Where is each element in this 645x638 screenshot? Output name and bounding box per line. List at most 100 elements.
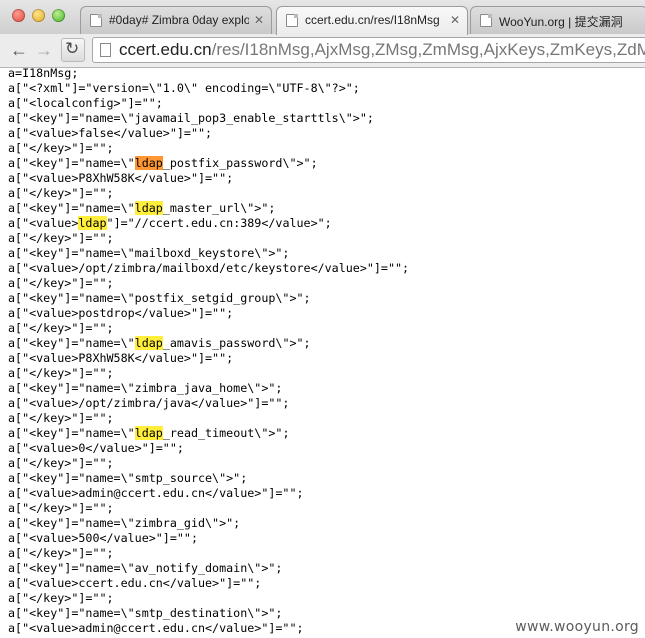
tab-label: WooYun.org | 提交漏洞 xyxy=(499,15,623,29)
search-highlight: ldap xyxy=(134,201,163,215)
code-line: a["<value>P8XhW58K</value>"]=""; xyxy=(8,351,645,366)
tab-label: #0day# Zimbra 0day explo xyxy=(109,13,249,27)
tab-ccert-i18nmsg[interactable]: ccert.edu.cn/res/I18nMsg ✕ xyxy=(276,6,468,35)
code-line: a["</key>"]=""; xyxy=(8,231,645,246)
code-line: a["<key"]="name=\"smtp_source\">"; xyxy=(8,471,645,486)
code-line: a["</key>"]=""; xyxy=(8,411,645,426)
close-tab-icon[interactable]: ✕ xyxy=(254,13,264,27)
search-highlight: ldap xyxy=(78,216,107,230)
code-text: a["<key"]="name=\" xyxy=(8,201,135,215)
tab-label: ccert.edu.cn/res/I18nMsg xyxy=(305,13,440,27)
close-tab-icon[interactable]: ✕ xyxy=(450,13,460,27)
page-source-content: a=I18nMsg; a["<?xml"]="version=\"1.0\" en… xyxy=(8,66,645,638)
search-highlight: ldap xyxy=(134,156,163,170)
code-line: a["<value>false</value>"]=""; xyxy=(8,126,645,141)
minimize-window-button[interactable] xyxy=(32,9,45,22)
code-line: a["<?xml"]="version=\"1.0\" encoding=\"U… xyxy=(8,81,645,96)
page-icon xyxy=(90,14,102,27)
code-text: a["<value>admin@ccert.edu.cn</value>"]="… xyxy=(8,486,304,500)
code-line: a["</key>"]=""; xyxy=(8,186,645,201)
code-line: a["</key>"]=""; xyxy=(8,501,645,516)
code-text: a=I18nMsg; xyxy=(8,66,79,80)
code-text: a["<key"]="name=\" xyxy=(8,426,135,440)
code-line: a["</key>"]=""; xyxy=(8,141,645,156)
page-icon xyxy=(100,43,111,57)
code-line: a["<key"]="name=\"zimbra_java_home\">"; xyxy=(8,381,645,396)
code-line: a=I18nMsg; xyxy=(8,66,645,81)
code-text: a["<value>0</value>"]=""; xyxy=(8,441,184,455)
code-text: a["</key>"]=""; xyxy=(8,186,114,200)
code-line: a["</key>"]=""; xyxy=(8,366,645,381)
code-line: a["</key>"]=""; xyxy=(8,321,645,336)
code-line: a["<key"]="name=\"mailboxd_keystore\">"; xyxy=(8,246,645,261)
browser-toolbar: ← → ↻ ccert.edu.cn/res/I18nMsg,AjxMsg,ZM… xyxy=(0,34,645,68)
code-text: a["</key>"]=""; xyxy=(8,591,114,605)
page-icon xyxy=(480,14,492,27)
code-line: a["<localconfig>"]=""; xyxy=(8,96,645,111)
code-text: a["<key"]="name=\"zimbra_gid\">"; xyxy=(8,516,241,530)
code-text: a["<key"]="name=\" xyxy=(8,156,135,170)
reload-button[interactable]: ↻ xyxy=(61,38,85,62)
code-text: a["<key"]="name=\"zimbra_java_home\">"; xyxy=(8,381,283,395)
code-line: a["</key>"]=""; xyxy=(8,276,645,291)
code-line: a["<key"]="name=\"ldap_read_timeout\">"; xyxy=(8,426,645,441)
code-text: _master_url\">"; xyxy=(162,201,276,215)
code-text: _read_timeout\">"; xyxy=(162,426,290,440)
code-text: a["<key"]="name=\"av_notify_domain\">"; xyxy=(8,561,283,575)
url-path: /res/I18nMsg,AjxMsg,ZMsg,ZmMsg,AjxKeys,Z… xyxy=(211,40,645,59)
code-text: a["</key>"]=""; xyxy=(8,546,114,560)
code-text: a["<value>P8XhW58K</value>"]=""; xyxy=(8,351,234,365)
code-line: a["<key"]="name=\"ldap_amavis_password\"… xyxy=(8,336,645,351)
code-text: a["<value>/opt/zimbra/java</value>"]=""; xyxy=(8,396,290,410)
code-line: a["<key"]="name=\"zimbra_gid\">"; xyxy=(8,516,645,531)
code-line: a["<value>ccert.edu.cn</value>"]=""; xyxy=(8,576,645,591)
code-text: a["<key"]="name=\"javamail_pop3_enable_s… xyxy=(8,111,374,125)
tab-wooyun[interactable]: WooYun.org | 提交漏洞 xyxy=(470,6,645,34)
code-line: a["<key"]="name=\"postfix_setgid_group\"… xyxy=(8,291,645,306)
code-text: "]="//ccert.edu.cn:389</value>"; xyxy=(106,216,332,230)
code-text: a["</key>"]=""; xyxy=(8,456,114,470)
code-line: a["<key"]="name=\"av_notify_domain\">"; xyxy=(8,561,645,576)
reload-icon: ↻ xyxy=(65,39,80,58)
code-text: a["</key>"]=""; xyxy=(8,411,114,425)
code-text: a["<value>ccert.edu.cn</value>"]=""; xyxy=(8,576,262,590)
code-text: a["<localconfig>"]=""; xyxy=(8,96,163,110)
code-text: a["<value>P8XhW58K</value>"]=""; xyxy=(8,171,234,185)
code-text: a["<value>/opt/zimbra/mailboxd/etc/keyst… xyxy=(8,261,410,275)
url-host: ccert.edu.cn xyxy=(119,40,212,59)
code-text: a["</key>"]=""; xyxy=(8,231,114,245)
page-icon xyxy=(286,14,298,27)
code-line: a["</key>"]=""; xyxy=(8,546,645,561)
back-arrow-icon[interactable]: ← xyxy=(10,40,28,60)
code-line: a["<value>P8XhW58K</value>"]=""; xyxy=(8,171,645,186)
code-line: a["<key"]="name=\"ldap_postfix_password\… xyxy=(8,156,645,171)
code-text: a["<value>admin@ccert.edu.cn</value>"]="… xyxy=(8,621,304,635)
code-text: a["<value>false</value>"]=""; xyxy=(8,126,213,140)
code-text: a["<value>500</value>"]=""; xyxy=(8,531,198,545)
code-text: a["<key"]="name=\"mailboxd_keystore\">"; xyxy=(8,246,290,260)
code-text: a["</key>"]=""; xyxy=(8,501,114,515)
code-text: a["<key"]="name=\"smtp_destination\">"; xyxy=(8,606,283,620)
search-highlight: ldap xyxy=(134,336,163,350)
forward-arrow-icon[interactable]: → xyxy=(35,40,53,60)
close-window-button[interactable] xyxy=(12,9,25,22)
code-text: a["</key>"]=""; xyxy=(8,141,114,155)
code-text: _postfix_password\">"; xyxy=(162,156,318,170)
code-line: a["<key"]="name=\"ldap_master_url\">"; xyxy=(8,201,645,216)
code-line: a["</key>"]=""; xyxy=(8,591,645,606)
code-line: a["<value>/opt/zimbra/java</value>"]=""; xyxy=(8,396,645,411)
zoom-window-button[interactable] xyxy=(52,9,65,22)
code-text: a["</key>"]=""; xyxy=(8,366,114,380)
code-text: a["</key>"]=""; xyxy=(8,276,114,290)
code-text: a["<value> xyxy=(8,216,79,230)
tab-zimbra-0day[interactable]: #0day# Zimbra 0day explo ✕ xyxy=(80,6,272,34)
code-line: a["<key"]="name=\"javamail_pop3_enable_s… xyxy=(8,111,645,126)
code-text: a["</key>"]=""; xyxy=(8,321,114,335)
address-bar[interactable]: ccert.edu.cn/res/I18nMsg,AjxMsg,ZMsg,ZmM… xyxy=(92,37,645,63)
code-line: a["<value>postdrop</value>"]=""; xyxy=(8,306,645,321)
search-highlight: ldap xyxy=(134,426,163,440)
code-line: a["<value>0</value>"]=""; xyxy=(8,441,645,456)
url-text[interactable]: ccert.edu.cn/res/I18nMsg,AjxMsg,ZMsg,ZmM… xyxy=(119,40,645,60)
code-line: a["</key>"]=""; xyxy=(8,456,645,471)
watermark: www.wooyun.org xyxy=(515,619,639,635)
